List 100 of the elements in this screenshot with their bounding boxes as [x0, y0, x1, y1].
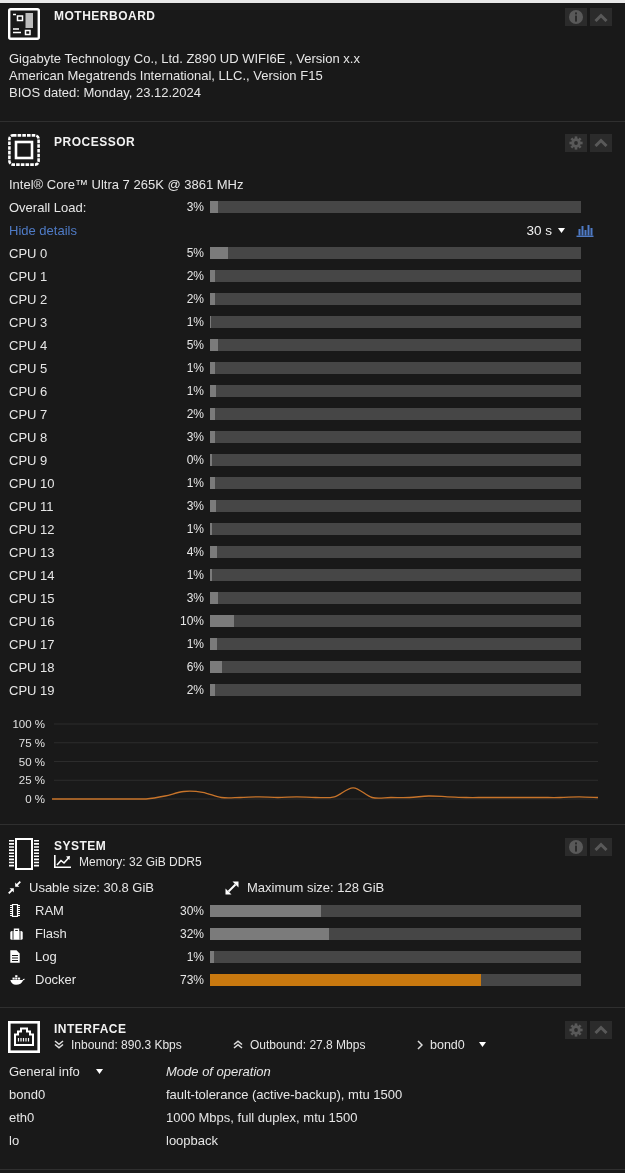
cpu-label: CPU 5: [9, 360, 49, 376]
load-label: Overall Load:: [9, 199, 88, 215]
cpu-label: CPU 9: [9, 452, 49, 468]
expand-arrows-icon: [225, 880, 239, 895]
cpu-label: CPU 6: [9, 383, 49, 399]
document-icon: [10, 950, 20, 963]
cpu-percent: 4%: [185, 545, 205, 559]
info-button[interactable]: [565, 8, 587, 26]
panel-title: INTERFACE: [54, 1020, 128, 1038]
cpu-label: CPU 10: [9, 475, 56, 491]
outbound-text: Outbound: 27.8 Mbps: [250, 1037, 366, 1052]
port-dropdown[interactable]: bond0: [417, 1037, 486, 1052]
storage-label: Docker: [35, 972, 77, 987]
panel-title: SYSTEM: [54, 837, 108, 855]
collapse-button[interactable]: [590, 837, 612, 856]
usage-percent: 73%: [178, 972, 205, 987]
info-icon: [569, 839, 583, 854]
table-cell-text: 1000 Mbps, full duplex, mtu 1500: [166, 1110, 359, 1125]
caret-down-icon: [95, 1069, 103, 1074]
hide-details-link[interactable]: Hide details: [9, 222, 77, 238]
cpu-percent: 1%: [185, 315, 205, 329]
cpu-label: CPU 14: [9, 567, 56, 583]
panel-title: MOTHERBOARD: [54, 8, 156, 25]
table-cell-text: lo: [9, 1133, 21, 1148]
cpu-label: CPU 11: [9, 498, 55, 514]
table-cell-text: bond0: [9, 1087, 47, 1102]
cpu-model-text: Intel® Core™ Ultra 7 265K @ 3861 MHz: [9, 176, 244, 192]
cpu-percent: 1%: [185, 476, 205, 490]
settings-button[interactable]: [565, 133, 587, 152]
cpu-label: CPU 19: [9, 682, 56, 698]
chevron-up-icon: [594, 842, 608, 851]
table-cell-text: loopback: [166, 1133, 220, 1148]
axis-tick-label: 25 %: [18, 773, 45, 786]
storage-label: Flash: [35, 926, 67, 941]
chevron-up-icon: [594, 138, 608, 147]
bar-chart-icon[interactable]: [576, 223, 594, 237]
inbound-text: Inbound: 890.3 Kbps: [71, 1037, 182, 1052]
cpu-percent: 1%: [185, 637, 205, 651]
cpu-percent: 5%: [185, 246, 205, 260]
cpu-percent: 1%: [185, 384, 205, 398]
collapse-button[interactable]: [590, 8, 612, 26]
cpu-label: CPU 18: [9, 659, 56, 675]
collapse-button[interactable]: [590, 1020, 612, 1039]
cpu-percent: 2%: [185, 269, 205, 283]
collapse-button[interactable]: [590, 133, 612, 152]
cpu-percent: 1%: [185, 568, 205, 582]
cpu-percent: 5%: [185, 338, 205, 352]
cpu-percent: 3%: [185, 499, 205, 513]
storage-label: RAM: [35, 903, 64, 918]
chevron-up-icon: [594, 1025, 608, 1034]
info-text: Gigabyte Technology Co., Ltd. Z890 UD WIFI6E , Version x.x: [9, 49, 361, 67]
cpu-label: CPU 1: [9, 268, 49, 284]
table-cell-text: fault-tolerance (active-backup), mtu 1500: [166, 1087, 404, 1102]
settings-button[interactable]: [565, 1020, 587, 1039]
cpu-percent: 2%: [185, 292, 205, 306]
cpu-label: CPU 2: [9, 291, 49, 307]
cpu-percent: 0%: [185, 453, 205, 467]
axis-tick-label: 100 %: [12, 717, 45, 730]
memory-chip-icon: [8, 837, 40, 870]
table-cell-text: eth0: [9, 1110, 36, 1125]
cpu-percent: 10%: [178, 614, 205, 628]
cpu-label: CPU 16: [9, 613, 56, 629]
cpu-percent: 3%: [185, 591, 205, 605]
usable-size-text: Usable size: 30.8 GiB: [29, 880, 154, 895]
caret-down-icon: [478, 1042, 486, 1047]
panel-title: PROCESSOR: [54, 133, 136, 151]
axis-tick-label: 50 %: [18, 755, 45, 767]
column-heading: Mode of operation: [166, 1064, 272, 1079]
settings-icon: [569, 1022, 583, 1037]
settings-icon: [569, 135, 583, 150]
cpu-percent: 2%: [185, 407, 205, 421]
line-chart-icon: [54, 855, 71, 868]
cpu-label: CPU 13: [9, 544, 56, 560]
info-button[interactable]: [565, 837, 587, 856]
interval-dropdown[interactable]: 30 s: [526, 222, 565, 238]
caret-down-icon: [558, 227, 565, 233]
cpu-label: CPU 17: [9, 636, 56, 652]
cpu-percent: 1%: [185, 361, 205, 375]
cpu-percent: 6%: [185, 660, 205, 674]
view-dropdown[interactable]: General info: [9, 1064, 103, 1079]
cpu-label: CPU 15: [9, 590, 56, 606]
double-chevron-up-icon: [233, 1040, 243, 1049]
axis-tick-label: 0 %: [25, 792, 45, 805]
compress-arrows-icon: [8, 881, 21, 894]
load-percent: 3%: [185, 200, 205, 214]
usage-percent: 1%: [185, 949, 205, 964]
info-text: American Megatrends International, LLC., Version F15: [9, 66, 324, 84]
info-icon: [569, 10, 583, 24]
memory-chip-icon: [10, 904, 20, 917]
briefcase-icon: [10, 927, 23, 940]
cpu-label: CPU 12: [9, 521, 56, 537]
cpu-percent: 2%: [185, 683, 205, 697]
cpu-label: CPU 3: [9, 314, 49, 330]
cpu-label: CPU 0: [9, 245, 49, 261]
cpu-label: CPU 8: [9, 429, 49, 445]
motherboard-icon: [8, 8, 40, 40]
cpu-percent: 3%: [185, 430, 205, 444]
whale-icon: [10, 974, 25, 985]
double-chevron-down-icon: [54, 1040, 64, 1049]
usage-percent: 32%: [178, 926, 205, 941]
